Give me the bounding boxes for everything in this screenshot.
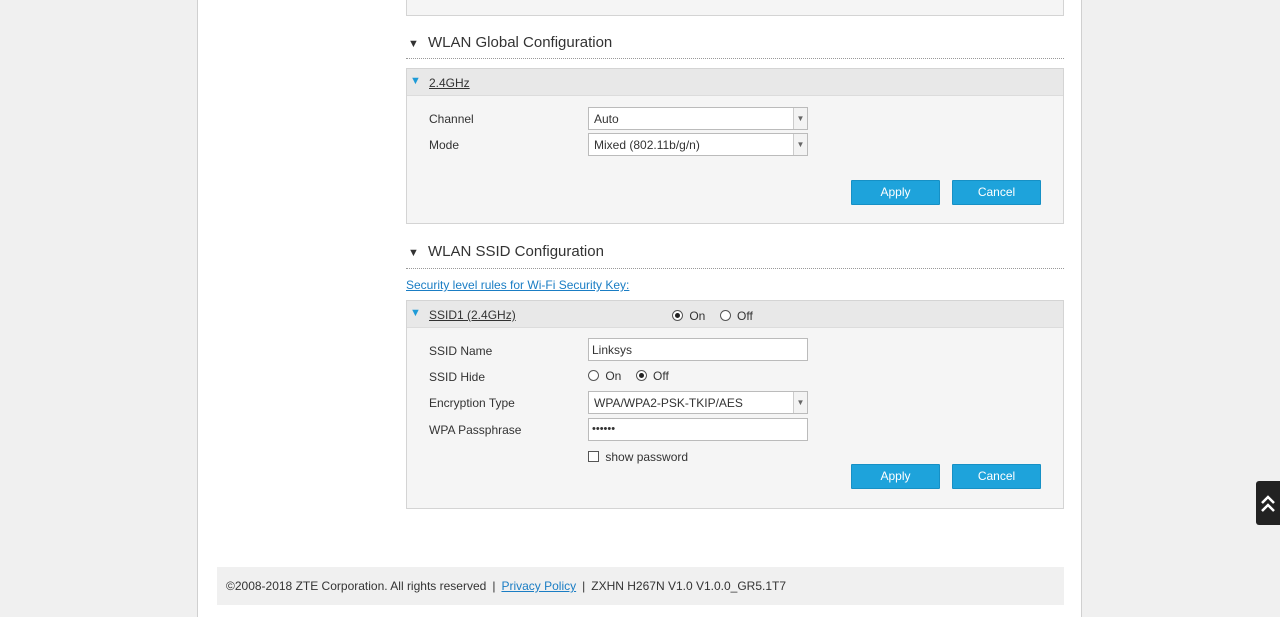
collapse-triangle-icon: ▼: [408, 38, 419, 50]
encryption-type-select[interactable]: WPA/WPA2-PSK-TKIP/AES ▼: [588, 391, 808, 414]
ssid-name-input[interactable]: Linksys: [588, 338, 808, 361]
encryption-type-label: Encryption Type: [429, 396, 515, 410]
double-chevron-up-icon: [1260, 492, 1276, 514]
channel-select[interactable]: Auto ▼: [588, 107, 808, 130]
privacy-policy-link[interactable]: Privacy Policy: [501, 579, 576, 593]
section-divider: [406, 268, 1064, 269]
ssid-enable-on-label: On: [689, 309, 706, 323]
mode-label: Mode: [429, 138, 460, 152]
ssid-hide-off-label: Off: [653, 369, 669, 383]
expand-triangle-icon: ▼: [410, 307, 421, 319]
panel-header-2-4ghz[interactable]: ▼ 2.4GHz: [407, 69, 1063, 96]
panel-title-2-4ghz: 2.4GHz: [429, 76, 470, 90]
ssid-name-label: SSID Name: [429, 344, 493, 358]
expand-triangle-icon: ▼: [410, 75, 421, 87]
ssid-hide-on-label: On: [605, 369, 622, 383]
section-title-ssid: WLAN SSID Configuration: [428, 243, 604, 260]
footer-separator: |: [492, 579, 496, 593]
collapse-triangle-icon: ▼: [408, 247, 419, 259]
channel-value: Auto: [594, 112, 619, 126]
encryption-type-value: WPA/WPA2-PSK-TKIP/AES: [594, 396, 743, 410]
show-password-label: show password: [605, 450, 689, 464]
ssid-enable-off-label: Off: [737, 309, 753, 323]
section-header-global[interactable]: ▼ WLAN Global Configuration: [408, 34, 612, 51]
ssid-hide-radio-group: On Off: [588, 369, 669, 383]
panel-title-ssid1: SSID1 (2.4GHz): [429, 308, 516, 322]
global-apply-button[interactable]: Apply: [851, 180, 940, 205]
global-cancel-button[interactable]: Cancel: [952, 180, 1041, 205]
channel-label: Channel: [429, 112, 474, 126]
ssid-cancel-button[interactable]: Cancel: [952, 464, 1041, 489]
ssid-hide-off-radio[interactable]: [635, 370, 647, 381]
ssid-enable-on-radio[interactable]: [672, 310, 683, 321]
mode-value: Mixed (802.11b/g/n): [594, 138, 700, 152]
footer-copyright: ©2008-2018 ZTE Corporation. All rights r…: [226, 579, 487, 593]
security-rules-link[interactable]: Security level rules for Wi-Fi Security …: [406, 278, 629, 292]
mode-select[interactable]: Mixed (802.11b/g/n) ▼: [588, 133, 808, 156]
scroll-top-button[interactable]: [1256, 481, 1280, 525]
previous-panel: [406, 0, 1064, 16]
footer: ©2008-2018 ZTE Corporation. All rights r…: [217, 567, 1064, 605]
chevron-down-icon: ▼: [793, 392, 807, 413]
ssid-apply-button[interactable]: Apply: [851, 464, 940, 489]
wpa-passphrase-input[interactable]: ••••••: [588, 418, 808, 441]
show-password-checkbox[interactable]: [588, 451, 599, 462]
section-title-global: WLAN Global Configuration: [428, 34, 613, 51]
ssid-hide-label: SSID Hide: [429, 370, 486, 384]
section-header-ssid[interactable]: ▼ WLAN SSID Configuration: [408, 243, 604, 260]
footer-version: ZXHN H267N V1.0 V1.0.0_GR5.1T7: [591, 579, 787, 593]
chevron-down-icon: ▼: [793, 134, 807, 155]
chevron-down-icon: ▼: [793, 108, 807, 129]
ssid-enable-radio-group: On Off: [672, 309, 753, 323]
show-password-row: show password: [588, 450, 688, 464]
ssid-enable-off-radio[interactable]: [719, 310, 731, 321]
wpa-passphrase-label: WPA Passphrase: [429, 423, 522, 437]
ssid-hide-on-radio[interactable]: [588, 370, 599, 381]
section-divider: [406, 58, 1064, 59]
footer-separator: |: [582, 579, 586, 593]
